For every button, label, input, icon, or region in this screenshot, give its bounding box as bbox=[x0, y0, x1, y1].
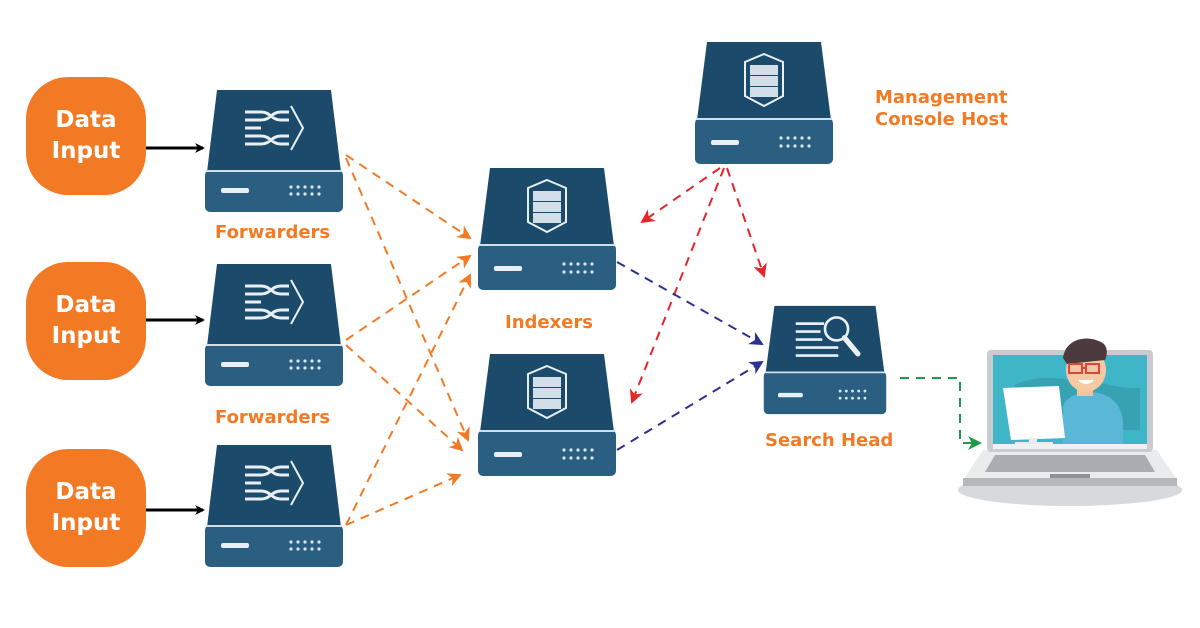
search-head-server bbox=[762, 303, 888, 417]
arrow-mgmt-i2 bbox=[629, 167, 725, 404]
management-console-label-line1: Management bbox=[875, 87, 1008, 108]
forwarder-server-1 bbox=[203, 88, 345, 214]
user-laptop bbox=[955, 330, 1185, 510]
forwarder-server-2 bbox=[203, 262, 345, 388]
arrow-f2-i2 bbox=[345, 344, 464, 452]
data-input-3: Data Input bbox=[26, 449, 146, 567]
arrow-f3-i2 bbox=[345, 473, 462, 526]
arrow-i1-sh bbox=[616, 261, 764, 345]
management-console-label: Management Console Host bbox=[875, 87, 1008, 131]
arrow-i2-sh bbox=[616, 360, 764, 451]
indexers-label: Indexers bbox=[505, 312, 594, 333]
forwarders-label-1: Forwarders bbox=[215, 222, 331, 243]
data-input-text: Data bbox=[55, 107, 117, 133]
data-input-2: Data Input bbox=[26, 262, 146, 380]
arrow-f2-i1 bbox=[345, 254, 472, 341]
indexer-server-1 bbox=[476, 166, 618, 292]
data-input-text: Data bbox=[55, 292, 117, 318]
forwarders-label-2: Forwarders bbox=[215, 407, 331, 428]
forwarder-server-3 bbox=[203, 443, 345, 569]
data-input-1: Data Input bbox=[26, 77, 146, 195]
data-input-text: Input bbox=[51, 510, 121, 536]
data-input-text: Input bbox=[51, 323, 121, 349]
arrow-f1-i2 bbox=[345, 157, 470, 442]
arrow-mgmt-sh bbox=[726, 167, 767, 278]
management-console-server bbox=[693, 40, 835, 166]
connection-arrows bbox=[146, 143, 982, 526]
search-head-label: Search Head bbox=[765, 430, 894, 451]
data-input-text: Data bbox=[55, 479, 117, 505]
arrow-mgmt-i1 bbox=[640, 167, 721, 224]
management-console-label-line2: Console Host bbox=[875, 109, 1008, 130]
arrow-f1-i1 bbox=[345, 154, 472, 240]
indexer-server-2 bbox=[476, 352, 618, 478]
data-input-text: Input bbox=[51, 138, 121, 164]
